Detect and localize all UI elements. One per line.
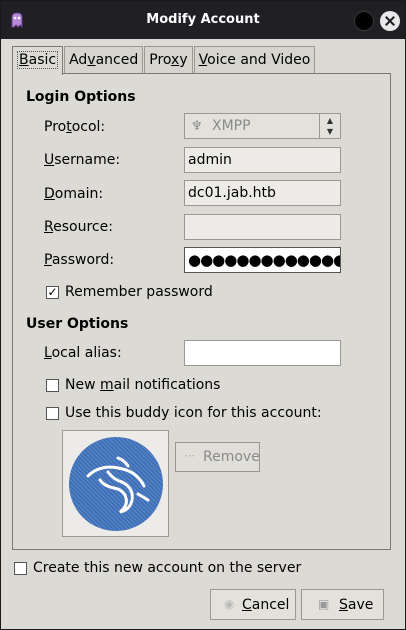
new-mail-checkbox[interactable]: [46, 378, 59, 392]
buddy-icon-row[interactable]: Use this buddy icon for this account:: [46, 404, 322, 422]
remove-icon: ⋯: [184, 449, 195, 462]
user-options-heading: User Options: [26, 316, 129, 332]
kali-dragon-icon: [69, 437, 163, 531]
password-label: Password:: [44, 252, 115, 268]
window-title: Modify Account: [146, 12, 260, 27]
modify-account-window: Modify Account Basic Advanced Proxy Voic…: [0, 0, 406, 630]
tab-voice-and-video[interactable]: Voice and Video: [193, 46, 316, 73]
create-account-row[interactable]: Create this new account on the server: [14, 559, 301, 577]
save-label: Save: [339, 597, 374, 613]
create-account-label: Create this new account on the server: [33, 560, 302, 576]
username-label: Username:: [44, 152, 121, 168]
password-field[interactable]: ●●●●●●●●●●●●●●●●●●●: [184, 247, 341, 273]
remove-label: Remove: [203, 449, 260, 465]
remember-password-label: Remember password: [65, 284, 213, 300]
title-bar: Modify Account: [1, 1, 405, 39]
spin-arrows-icon: ▲ ▼: [319, 114, 340, 138]
remember-password-checkbox[interactable]: ✓: [46, 285, 59, 299]
basic-tab-panel: Login Options Protocol: ♆ XMPP ▲ ▼ Userna…: [12, 73, 391, 550]
tab-advanced[interactable]: Advanced: [64, 46, 144, 73]
local-alias-label: Local alias:: [44, 345, 122, 361]
protocol-value: XMPP: [212, 118, 251, 134]
local-alias-field[interactable]: [184, 340, 341, 366]
domain-field[interactable]: dc01.jab.htb: [184, 180, 341, 206]
new-mail-row[interactable]: New mail notifications: [46, 376, 220, 394]
tab-bar: Basic Advanced Proxy Voice and Video: [12, 46, 316, 75]
remember-password-row[interactable]: ✓ Remember password: [46, 283, 213, 301]
create-account-checkbox[interactable]: [14, 561, 27, 575]
tab-proxy[interactable]: Proxy: [144, 46, 193, 73]
save-icon: ▣: [318, 597, 330, 611]
remove-icon-button[interactable]: ⋯ Remove: [175, 442, 260, 472]
protocol-label: Protocol:: [44, 119, 106, 135]
buddy-icon-label: Use this buddy icon for this account:: [65, 405, 322, 421]
close-icon[interactable]: [380, 11, 400, 31]
save-button[interactable]: ▣ Save: [301, 589, 384, 620]
buddy-icon-checkbox[interactable]: [46, 406, 59, 420]
tab-basic[interactable]: Basic: [12, 46, 64, 75]
protocol-select[interactable]: ♆ XMPP ▲ ▼: [184, 113, 341, 139]
xmpp-icon: ♆: [191, 119, 203, 134]
domain-label: Domain:: [44, 186, 104, 202]
resource-field[interactable]: [184, 214, 341, 240]
login-options-heading: Login Options: [26, 89, 136, 105]
cancel-button[interactable]: ◉ Cancel: [210, 589, 296, 620]
cancel-label: Cancel: [242, 597, 290, 613]
username-field[interactable]: admin: [184, 147, 341, 173]
cancel-icon: ◉: [224, 597, 235, 611]
new-mail-label: New mail notifications: [65, 377, 221, 393]
resource-label: Resource:: [44, 219, 113, 235]
minimize-button[interactable]: [354, 11, 374, 31]
buddy-icon-button[interactable]: [62, 430, 169, 537]
